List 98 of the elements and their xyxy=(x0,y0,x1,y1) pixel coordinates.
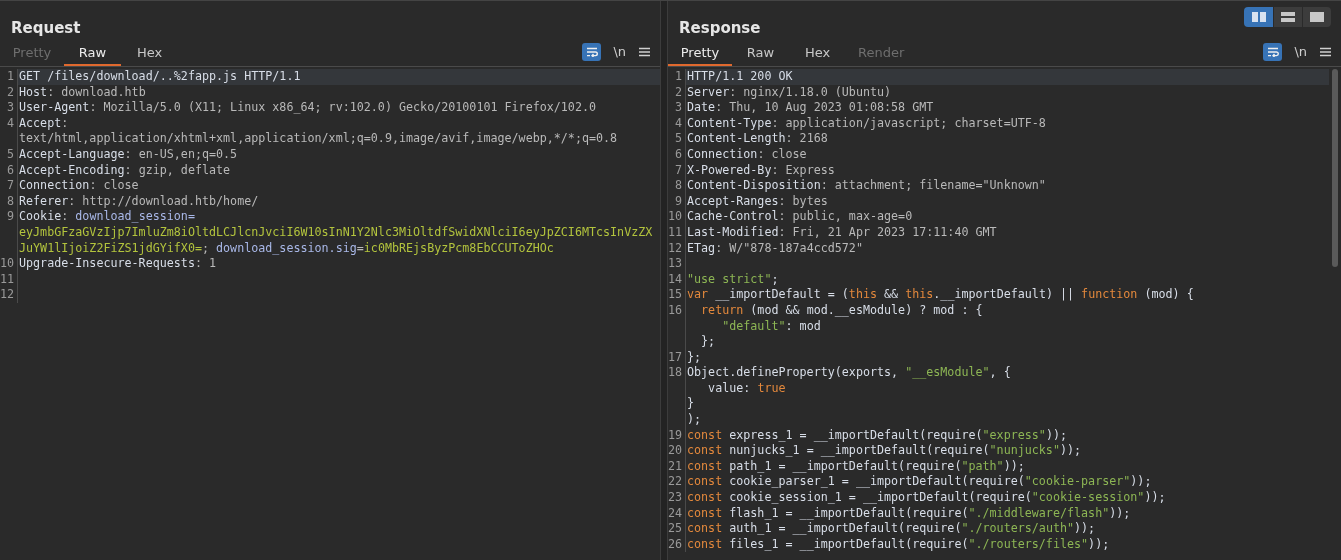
code-line: const cookie_parser_1 = __importDefault(require("cookie-parser")); xyxy=(686,474,1153,491)
code-line: const files_1 = __importDefault(require("./routers/files")); xyxy=(686,536,1111,553)
line-number: 18 xyxy=(668,365,683,380)
line-number: 14 xyxy=(668,271,683,286)
split-rows-icon xyxy=(1281,12,1295,22)
line-number: 13 xyxy=(668,256,683,271)
line-number: 15 xyxy=(668,287,683,302)
line-number: 16 xyxy=(668,302,683,317)
code-line: value: true xyxy=(707,380,787,397)
line-number: 12 xyxy=(668,240,683,255)
code-line: var __importDefault = (this && this.__importDefault) || function (mod) { xyxy=(686,287,1195,303)
wrap-icon xyxy=(1266,47,1279,57)
newline-toggle[interactable]: \n xyxy=(613,43,626,61)
view-tab[interactable]: Raw xyxy=(732,42,789,66)
code-line: Last-Modified: Fri, 21 Apr 2023 17:11:40 GMT xyxy=(686,224,998,241)
line-number: 22 xyxy=(668,474,683,489)
pane-title: Response xyxy=(678,18,762,38)
pane-title: Request xyxy=(10,18,82,38)
code-line: Cache-Control: public, max-age=0 xyxy=(686,209,914,225)
code-line: ); xyxy=(686,412,703,428)
view-tab[interactable]: Raw xyxy=(64,42,121,66)
code-line: User-Agent: Mozilla/5.0 (X11; Linux x86_64; rv:102.0) Gecko/20100101 Firefox/102.0 xyxy=(18,100,597,116)
code-line: Object.defineProperty(exports, "__esModule", { xyxy=(686,365,1012,381)
line-number: 7 xyxy=(674,162,682,177)
line-number: 8 xyxy=(674,178,682,193)
code-line: "use strict"; xyxy=(686,271,780,288)
code-line: eyJmbGFzaGVzIjp7ImluZm8iOltdLCJlcnJvciI6W10sInN1Y2Nlc3MiOltdfSwidXNlciI6eyJpZCI6MTcsInVzZX xyxy=(18,224,654,241)
wrap-icon xyxy=(585,47,598,57)
line-number: 9 xyxy=(674,193,682,208)
code-line: JuYW1lIjoiZ2FiZS1jdGYifX0=; download_session.sig=ic0MbREjsByzPcm8EbCCUToZHOc xyxy=(18,240,555,257)
split-columns-icon xyxy=(1251,12,1266,22)
layout-button[interactable] xyxy=(1302,7,1331,27)
code-line: Server: nginx/1.18.0 (Ubuntu) xyxy=(686,84,893,101)
code-line: Accept-Ranges: bytes xyxy=(686,193,829,210)
line-number: 3 xyxy=(6,100,14,115)
code-line: }; xyxy=(686,349,703,366)
code-line: } xyxy=(686,396,696,413)
code-line: const auth_1 = __importDefault(require("./routers/auth")); xyxy=(686,521,1097,537)
layout-button[interactable] xyxy=(1273,7,1302,27)
line-number: 6 xyxy=(6,162,14,177)
line-number: 23 xyxy=(668,490,683,505)
line-number: 2 xyxy=(6,84,14,99)
code-line: Accept-Language: en-US,en;q=0.5 xyxy=(18,146,239,163)
wrap-toggle[interactable] xyxy=(1263,43,1283,61)
code-line: Content-Length: 2168 xyxy=(686,131,829,147)
view-tab[interactable]: Pretty xyxy=(668,42,732,66)
line-number: 4 xyxy=(674,115,682,130)
line-number: 9 xyxy=(6,209,14,224)
line-number: 17 xyxy=(668,349,683,364)
line-number: 24 xyxy=(668,505,683,520)
view-tab[interactable]: Hex xyxy=(121,42,178,66)
code-line: Upgrade-Insecure-Requests: 1 xyxy=(18,256,218,272)
code-line: Content-Type: application/javascript; charset=UTF-8 xyxy=(686,115,1047,132)
line-number: 25 xyxy=(668,521,683,536)
single-pane-icon xyxy=(1310,12,1324,22)
code-line: return (mod && mod.__esModule) ? mod : { xyxy=(700,302,984,319)
line-number: 5 xyxy=(6,146,14,161)
line-number: 10 xyxy=(668,209,683,224)
line-number: 1 xyxy=(674,69,682,83)
code-line: Accept-Encoding: gzip, deflate xyxy=(18,162,232,179)
line-number: 7 xyxy=(6,178,14,193)
line-number: 5 xyxy=(674,131,682,146)
newline-toggle[interactable]: \n xyxy=(1294,43,1307,61)
view-tab[interactable]: Hex xyxy=(789,42,846,66)
line-number: 1 xyxy=(6,69,14,83)
line-number: 6 xyxy=(674,146,682,161)
code-line: const path_1 = __importDefault(require("path")); xyxy=(686,458,1026,475)
code-line: Date: Thu, 10 Aug 2023 01:08:58 GMT xyxy=(686,100,935,116)
code-line: Host: download.htb xyxy=(18,84,147,101)
line-number: 3 xyxy=(674,100,682,115)
code-line: ETag: W/"878-187a4ccd572" xyxy=(686,240,864,257)
code-line: text/html,application/xhtml+xml,application/xml;q=0.9,image/avif,image/webp,*/*;q=0.8 xyxy=(18,131,619,147)
code-line: const express_1 = __importDefault(require("express")); xyxy=(686,427,1068,444)
code-line: const nunjucks_1 = __importDefault(require("nunjucks")); xyxy=(686,443,1083,459)
code-line: }; xyxy=(700,334,717,350)
line-number: 12 xyxy=(0,287,15,302)
code-line: Referer: http://download.htb/home/ xyxy=(18,193,260,210)
code-line: Connection: close xyxy=(18,178,140,194)
layout-button[interactable] xyxy=(1244,7,1273,27)
line-number: 21 xyxy=(668,458,683,473)
line-number: 2 xyxy=(674,84,682,99)
wrap-toggle[interactable] xyxy=(582,43,602,61)
code-line: const cookie_session_1 = __importDefault(require("cookie-session")); xyxy=(686,490,1167,506)
line-number: 26 xyxy=(668,536,683,551)
code-line: "default": mod xyxy=(721,318,822,335)
code-line: Cookie: download_session= xyxy=(18,209,196,225)
line-number: 8 xyxy=(6,193,14,208)
code-line: Connection: close xyxy=(686,146,808,163)
line-number: 11 xyxy=(0,271,15,286)
line-number: 19 xyxy=(668,427,683,442)
code-line: const flash_1 = __importDefault(require("./middleware/flash")); xyxy=(686,505,1132,522)
line-number: 20 xyxy=(668,443,683,458)
line-number: 4 xyxy=(6,115,14,130)
code-line: Content-Disposition: attachment; filename="Unknown" xyxy=(686,178,1047,194)
line-number: 11 xyxy=(668,224,683,239)
line-number: 10 xyxy=(0,256,15,271)
code-line: X-Powered-By: Express xyxy=(686,162,836,179)
code-line: Accept: xyxy=(18,115,70,132)
